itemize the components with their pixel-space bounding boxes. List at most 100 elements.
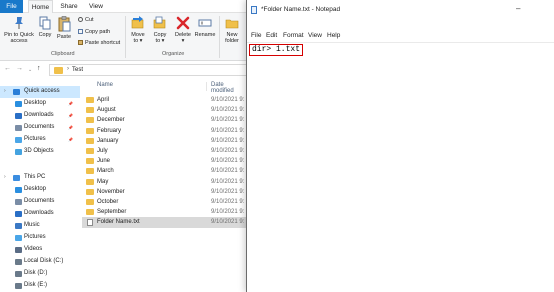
- file-name: October: [97, 199, 119, 205]
- copy-path-button[interactable]: Copy path: [78, 29, 110, 36]
- nav-item[interactable]: 3D Objects: [0, 146, 80, 158]
- move-to-icon: [131, 16, 144, 29]
- forward-arrow-icon[interactable]: →: [16, 65, 23, 72]
- tab-share[interactable]: Share: [58, 0, 80, 13]
- delete-x-icon: [176, 16, 190, 30]
- menu-edit[interactable]: Edit: [266, 32, 277, 39]
- paste-shortcut-button[interactable]: Paste shortcut: [78, 40, 120, 47]
- back-arrow-icon[interactable]: ←: [4, 65, 11, 72]
- menu-view[interactable]: View: [308, 32, 322, 39]
- pinned-icon: 📌: [68, 101, 73, 106]
- minimize-icon[interactable]: –: [516, 4, 520, 13]
- videos-icon: [15, 247, 22, 253]
- column-header-name[interactable]: Name: [97, 82, 113, 88]
- file-date-modified: 9/10/2021 9:: [211, 188, 245, 195]
- column-divider: [206, 82, 207, 91]
- copy-to-button[interactable]: Copy to ▾: [150, 16, 170, 44]
- paste-label: Paste: [56, 34, 72, 40]
- nav-item[interactable]: Documents 📌: [0, 122, 80, 134]
- notepad-title-bar: *Folder Name.txt - Notepad: [247, 0, 497, 20]
- cut-label: Cut: [85, 17, 94, 23]
- folder-row[interactable]: January 9/10/2021 9:: [82, 136, 247, 146]
- nav-item[interactable]: › This PC: [0, 172, 80, 184]
- folder-row[interactable]: March 9/10/2021 9:: [82, 166, 247, 176]
- copy-label: Copy: [38, 32, 52, 38]
- file-name: February: [97, 127, 122, 134]
- folder-row[interactable]: December 9/10/2021 9:: [82, 115, 247, 125]
- folder-row[interactable]: August 9/10/2021 9:: [82, 105, 247, 115]
- breadcrumb-test[interactable]: Test: [72, 67, 83, 73]
- disk-icon: [15, 283, 22, 289]
- folder-row[interactable]: May 9/10/2021 9:: [82, 177, 247, 187]
- folder-icon: [86, 158, 94, 165]
- column-header-date-modified[interactable]: Date modified: [211, 82, 247, 94]
- file-name: September: [97, 209, 127, 216]
- file-name: March: [97, 168, 114, 175]
- address-bar[interactable]: › Test: [49, 64, 249, 76]
- nav-item[interactable]: Pictures: [0, 232, 80, 244]
- nav-item[interactable]: Disk (D:): [0, 268, 80, 280]
- pictures-icon: [15, 235, 22, 241]
- tab-file[interactable]: File: [0, 0, 23, 13]
- expand-chevron-icon[interactable]: ›: [4, 172, 6, 184]
- pin-to-quick-access-button[interactable]: Pin to Quick access: [2, 16, 36, 44]
- paste-button[interactable]: Paste: [55, 16, 73, 40]
- folder-icon: [86, 137, 94, 144]
- nav-item[interactable]: Videos: [0, 244, 80, 256]
- pictures-icon: [15, 137, 22, 143]
- folder-row[interactable]: April 9/10/2021 9:: [82, 95, 247, 105]
- organize-group-label: Organize: [162, 51, 185, 57]
- nav-item[interactable]: Desktop: [0, 184, 80, 196]
- nav-item-label: Music: [24, 222, 40, 228]
- notepad-app-icon: [251, 6, 257, 14]
- file-date-modified: 9/10/2021 9:: [211, 148, 245, 154]
- move-to-button[interactable]: Move to ▾: [128, 16, 148, 44]
- notepad-content: dir> 1.txt: [249, 44, 304, 56]
- pin-icon: [15, 17, 23, 29]
- desktop-icon: [15, 187, 22, 193]
- nav-item[interactable]: Disk (E:): [0, 280, 80, 292]
- recent-locations-chevron-icon[interactable]: ⌄: [28, 67, 32, 73]
- folder-row[interactable]: November 9/10/2021 9:: [82, 187, 247, 197]
- folder-icon: [86, 97, 94, 103]
- ribbon-divider: [125, 16, 126, 58]
- file-name: Folder Name.txt: [97, 219, 140, 226]
- file-row-txt[interactable]: Folder Name.txt 9/10/2021 9:: [82, 217, 247, 228]
- file-name: December: [97, 117, 125, 124]
- nav-item-label: Disk (E:): [24, 282, 47, 288]
- nav-item[interactable]: › Quick access: [0, 86, 80, 98]
- nav-item[interactable]: Documents: [0, 196, 80, 208]
- folder-row[interactable]: July 9/10/2021 9:: [82, 146, 247, 156]
- folder-row[interactable]: February 9/10/2021 9:: [82, 126, 247, 136]
- nav-item[interactable]: Pictures 📌: [0, 134, 80, 146]
- nav-item[interactable]: Downloads 📌: [0, 110, 80, 122]
- rename-button[interactable]: Rename: [194, 16, 216, 38]
- menu-file[interactable]: File: [251, 32, 261, 39]
- cut-button[interactable]: Cut: [78, 17, 94, 24]
- folder-row[interactable]: September 9/10/2021 9:: [82, 207, 247, 217]
- tab-home[interactable]: Home: [28, 0, 53, 14]
- folder-row[interactable]: June 9/10/2021 9:: [82, 156, 247, 166]
- nav-item[interactable]: Desktop 📌: [0, 98, 80, 110]
- folder-row[interactable]: October 9/10/2021 9:: [82, 197, 247, 207]
- folder-icon: [86, 178, 94, 185]
- nav-item[interactable]: Local Disk (C:): [0, 256, 80, 268]
- breadcrumb-separator-icon: ›: [67, 66, 69, 72]
- copy-button[interactable]: Copy: [37, 16, 53, 38]
- up-arrow-icon[interactable]: ↑: [37, 65, 41, 72]
- pinned-icon: 📌: [68, 113, 73, 118]
- documents-icon: [15, 199, 22, 205]
- menu-format[interactable]: Format: [283, 32, 304, 39]
- paste-shortcut-label: Paste shortcut: [85, 40, 121, 46]
- expand-chevron-icon[interactable]: ›: [4, 86, 6, 98]
- nav-item-label: Documents: [24, 198, 55, 204]
- nav-item[interactable]: Downloads: [0, 208, 80, 220]
- copy-icon: [39, 16, 51, 30]
- notepad-text-area[interactable]: dir> 1.txt: [247, 42, 554, 292]
- menu-help[interactable]: Help: [327, 32, 340, 39]
- delete-button[interactable]: Delete ▾: [173, 16, 193, 44]
- tab-view[interactable]: View: [86, 0, 106, 13]
- nav-item-label: Pictures: [24, 136, 46, 142]
- nav-item[interactable]: Music: [0, 220, 80, 232]
- new-folder-button[interactable]: New folder: [222, 16, 242, 44]
